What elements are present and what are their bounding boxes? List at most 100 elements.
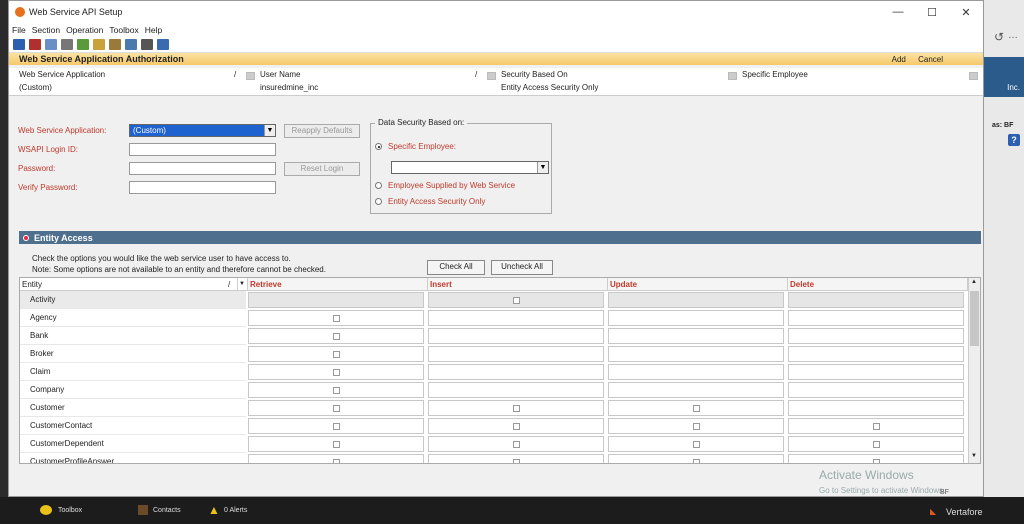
column-header-retrieve[interactable]: Retrieve (248, 278, 428, 291)
scroll-thumb[interactable] (970, 291, 979, 346)
checkbox[interactable] (333, 423, 340, 430)
filter-dropdown-icon[interactable]: ▼ (238, 278, 248, 291)
permission-cell[interactable] (248, 436, 424, 452)
permission-cell[interactable] (248, 418, 424, 434)
attach-icon[interactable] (61, 39, 73, 50)
permission-cell[interactable] (788, 418, 964, 434)
column-filter-icon[interactable] (969, 72, 978, 80)
toolbox-icon[interactable] (40, 505, 52, 515)
permission-cell[interactable] (788, 310, 964, 326)
table-row[interactable]: ▶Activity (20, 291, 968, 309)
minimize-button[interactable]: — (881, 6, 915, 19)
uncheck-all-button[interactable]: Uncheck All (491, 260, 553, 275)
check-all-button[interactable]: Check All (427, 260, 485, 275)
permission-cell[interactable] (788, 436, 964, 452)
table-row[interactable]: Agency (20, 309, 968, 327)
chevron-down-icon[interactable]: ▼ (537, 162, 548, 173)
alert-icon[interactable]: ▲ (208, 503, 220, 517)
permission-cell[interactable] (608, 328, 784, 344)
table-row[interactable]: Company (20, 381, 968, 399)
permission-cell[interactable] (428, 454, 604, 463)
table-row[interactable]: CustomerContact (20, 417, 968, 435)
table-row[interactable]: Claim (20, 363, 968, 381)
menu-toolbox[interactable]: Toolbox (109, 25, 138, 35)
permission-cell[interactable] (248, 310, 424, 326)
permission-cell[interactable] (608, 436, 784, 452)
permission-cell[interactable] (608, 292, 784, 308)
checkbox[interactable] (333, 351, 340, 358)
checkbox[interactable] (873, 441, 880, 448)
permission-cell[interactable] (608, 454, 784, 463)
table-row[interactable]: Broker (20, 345, 968, 363)
permission-cell[interactable] (248, 364, 424, 380)
print-icon[interactable] (45, 39, 57, 50)
checkbox[interactable] (513, 423, 520, 430)
taskbar-toolbox[interactable]: Toolbox (58, 507, 82, 514)
permission-cell[interactable] (788, 454, 964, 463)
permission-cell[interactable] (788, 364, 964, 380)
permission-cell[interactable] (608, 400, 784, 416)
login-id-input[interactable] (129, 143, 276, 156)
checkbox[interactable] (693, 423, 700, 430)
chart-icon[interactable] (141, 39, 153, 50)
add-button[interactable]: Add (892, 55, 906, 64)
permission-cell[interactable] (608, 382, 784, 398)
column-header-insert[interactable]: Insert (428, 278, 608, 291)
column-filter-icon[interactable] (487, 72, 496, 80)
checkbox[interactable] (333, 441, 340, 448)
permission-cell[interactable] (248, 328, 424, 344)
permission-cell[interactable] (788, 328, 964, 344)
page-icon[interactable] (157, 39, 169, 50)
checkbox[interactable] (333, 405, 340, 412)
checkbox[interactable] (333, 333, 340, 340)
permission-cell[interactable] (248, 454, 424, 463)
column-header-delete[interactable]: Delete (788, 278, 968, 291)
permission-cell[interactable] (788, 382, 964, 398)
permission-cell[interactable] (248, 382, 424, 398)
permission-cell[interactable] (608, 418, 784, 434)
permission-cell[interactable] (248, 400, 424, 416)
permission-cell[interactable] (428, 346, 604, 362)
contacts-icon[interactable] (138, 505, 148, 515)
password-input[interactable] (129, 162, 276, 175)
checkbox[interactable] (333, 459, 340, 463)
checkbox[interactable] (333, 387, 340, 394)
check-icon[interactable] (77, 39, 89, 50)
permission-cell[interactable] (608, 310, 784, 326)
radio-web-service[interactable]: Employee Supplied by Web Service (375, 181, 515, 190)
save-icon[interactable] (13, 39, 25, 50)
reset-login-button[interactable]: Reset Login (284, 162, 360, 176)
close-button[interactable]: ✕ (949, 6, 983, 19)
permission-cell[interactable] (428, 292, 604, 308)
checkbox[interactable] (873, 459, 880, 463)
chevron-down-icon[interactable]: ▼ (264, 125, 275, 136)
permission-cell[interactable] (608, 346, 784, 362)
app-select[interactable]: (Custom) ▼ (129, 124, 276, 137)
checkbox[interactable] (513, 441, 520, 448)
menu-help[interactable]: Help (145, 25, 162, 35)
permission-cell[interactable] (788, 400, 964, 416)
table-row[interactable]: Bank (20, 327, 968, 345)
radio-specific-employee[interactable]: Specific Employee: (375, 142, 456, 151)
grid-scrollbar[interactable]: ▲ ▼ (968, 278, 980, 463)
permission-cell[interactable] (788, 292, 964, 308)
checkbox[interactable] (873, 423, 880, 430)
permission-cell[interactable] (428, 364, 604, 380)
table-row[interactable]: CustomerDependent (20, 435, 968, 453)
document-icon[interactable] (125, 39, 137, 50)
checkbox[interactable] (693, 441, 700, 448)
menu-operation[interactable]: Operation (66, 25, 103, 35)
scroll-up-icon[interactable]: ▲ (971, 279, 977, 285)
tools-icon[interactable] (93, 39, 105, 50)
column-filter-icon[interactable] (728, 72, 737, 80)
menu-section[interactable]: Section (32, 25, 60, 35)
menu-file[interactable]: File (12, 25, 26, 35)
table-row[interactable]: CustomerProfileAnswer (20, 453, 968, 463)
permission-cell[interactable] (248, 292, 424, 308)
permission-cell[interactable] (608, 364, 784, 380)
scroll-down-icon[interactable]: ▼ (971, 453, 977, 459)
checkbox[interactable] (513, 405, 520, 412)
permission-cell[interactable] (428, 310, 604, 326)
checkbox[interactable] (333, 315, 340, 322)
column-filter-icon[interactable] (246, 72, 255, 80)
